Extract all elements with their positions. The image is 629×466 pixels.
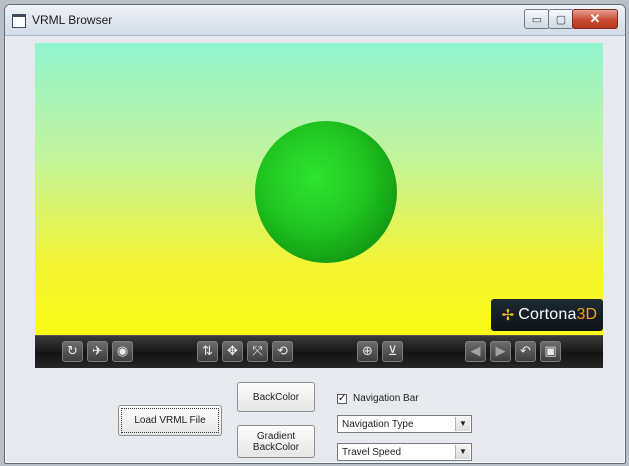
cortona3d-logo: ✢ Cortona 3D [491, 299, 603, 331]
study-icon[interactable]: ◉ [112, 341, 133, 362]
navigation-bar: ↻ ✈ ◉ ⇅ ✥ ⤧ ⟲ ⊕ ⊻ ◀ ▶ ↶ ▣ [35, 335, 603, 368]
gradient-button-line2: BackColor [252, 441, 300, 453]
pan-icon[interactable]: ⇅ [197, 341, 218, 362]
travel-speed-select[interactable]: Travel Speed ▼ [337, 443, 472, 461]
move-icon[interactable]: ✥ [222, 341, 243, 362]
navigation-type-select[interactable]: Navigation Type ▼ [337, 415, 472, 433]
prev-viewpoint-icon[interactable]: ◀ [465, 341, 486, 362]
minimize-button[interactable]: ▭ [524, 9, 550, 29]
close-button[interactable]: ✕ [572, 9, 618, 29]
green-sphere[interactable] [255, 121, 397, 263]
travel-speed-value: Travel Speed [342, 447, 402, 458]
gradient-button-line1: Gradient [256, 430, 296, 442]
backcolor-button[interactable]: BackColor [237, 382, 315, 412]
app-icon [12, 14, 26, 28]
restore-icon[interactable]: ↶ [515, 341, 536, 362]
fly-icon[interactable]: ✈ [87, 341, 108, 362]
walk-icon[interactable]: ↻ [62, 341, 83, 362]
maximize-button[interactable]: ▢ [548, 9, 574, 29]
navigation-bar-label: Navigation Bar [353, 393, 419, 404]
gradient-backcolor-button[interactable]: Gradient BackColor [237, 425, 315, 458]
vrml-browser-window: VRML Browser ▭ ▢ ✕ ✢ Cortona 3D ↻ ✈ ◉ ⇅ … [4, 4, 626, 464]
load-vrml-file-button[interactable]: Load VRML File [118, 405, 222, 436]
roll-icon[interactable]: ⟲ [272, 341, 293, 362]
cortona-logo-suffix: 3D [576, 306, 597, 323]
chevron-down-icon[interactable]: ▼ [455, 445, 470, 459]
goto-icon[interactable]: ⊕ [357, 341, 378, 362]
cortona-logo-icon: ✢ [501, 307, 515, 324]
next-viewpoint-icon[interactable]: ▶ [490, 341, 511, 362]
vrml-viewport[interactable]: ✢ Cortona 3D [35, 43, 603, 335]
navigation-bar-checkbox[interactable]: ✓ [337, 393, 347, 404]
fit-icon[interactable]: ▣ [540, 341, 561, 362]
chevron-down-icon[interactable]: ▼ [455, 417, 470, 431]
navigation-bar-option[interactable]: ✓ Navigation Bar [337, 393, 419, 404]
cortona-logo-text: Cortona [518, 306, 577, 323]
align-icon[interactable]: ⊻ [382, 341, 403, 362]
navigation-type-value: Navigation Type [342, 419, 414, 430]
title-bar[interactable]: VRML Browser ▭ ▢ ✕ [5, 5, 625, 36]
window-title: VRML Browser [32, 13, 113, 27]
turn-icon[interactable]: ⤧ [247, 341, 268, 362]
